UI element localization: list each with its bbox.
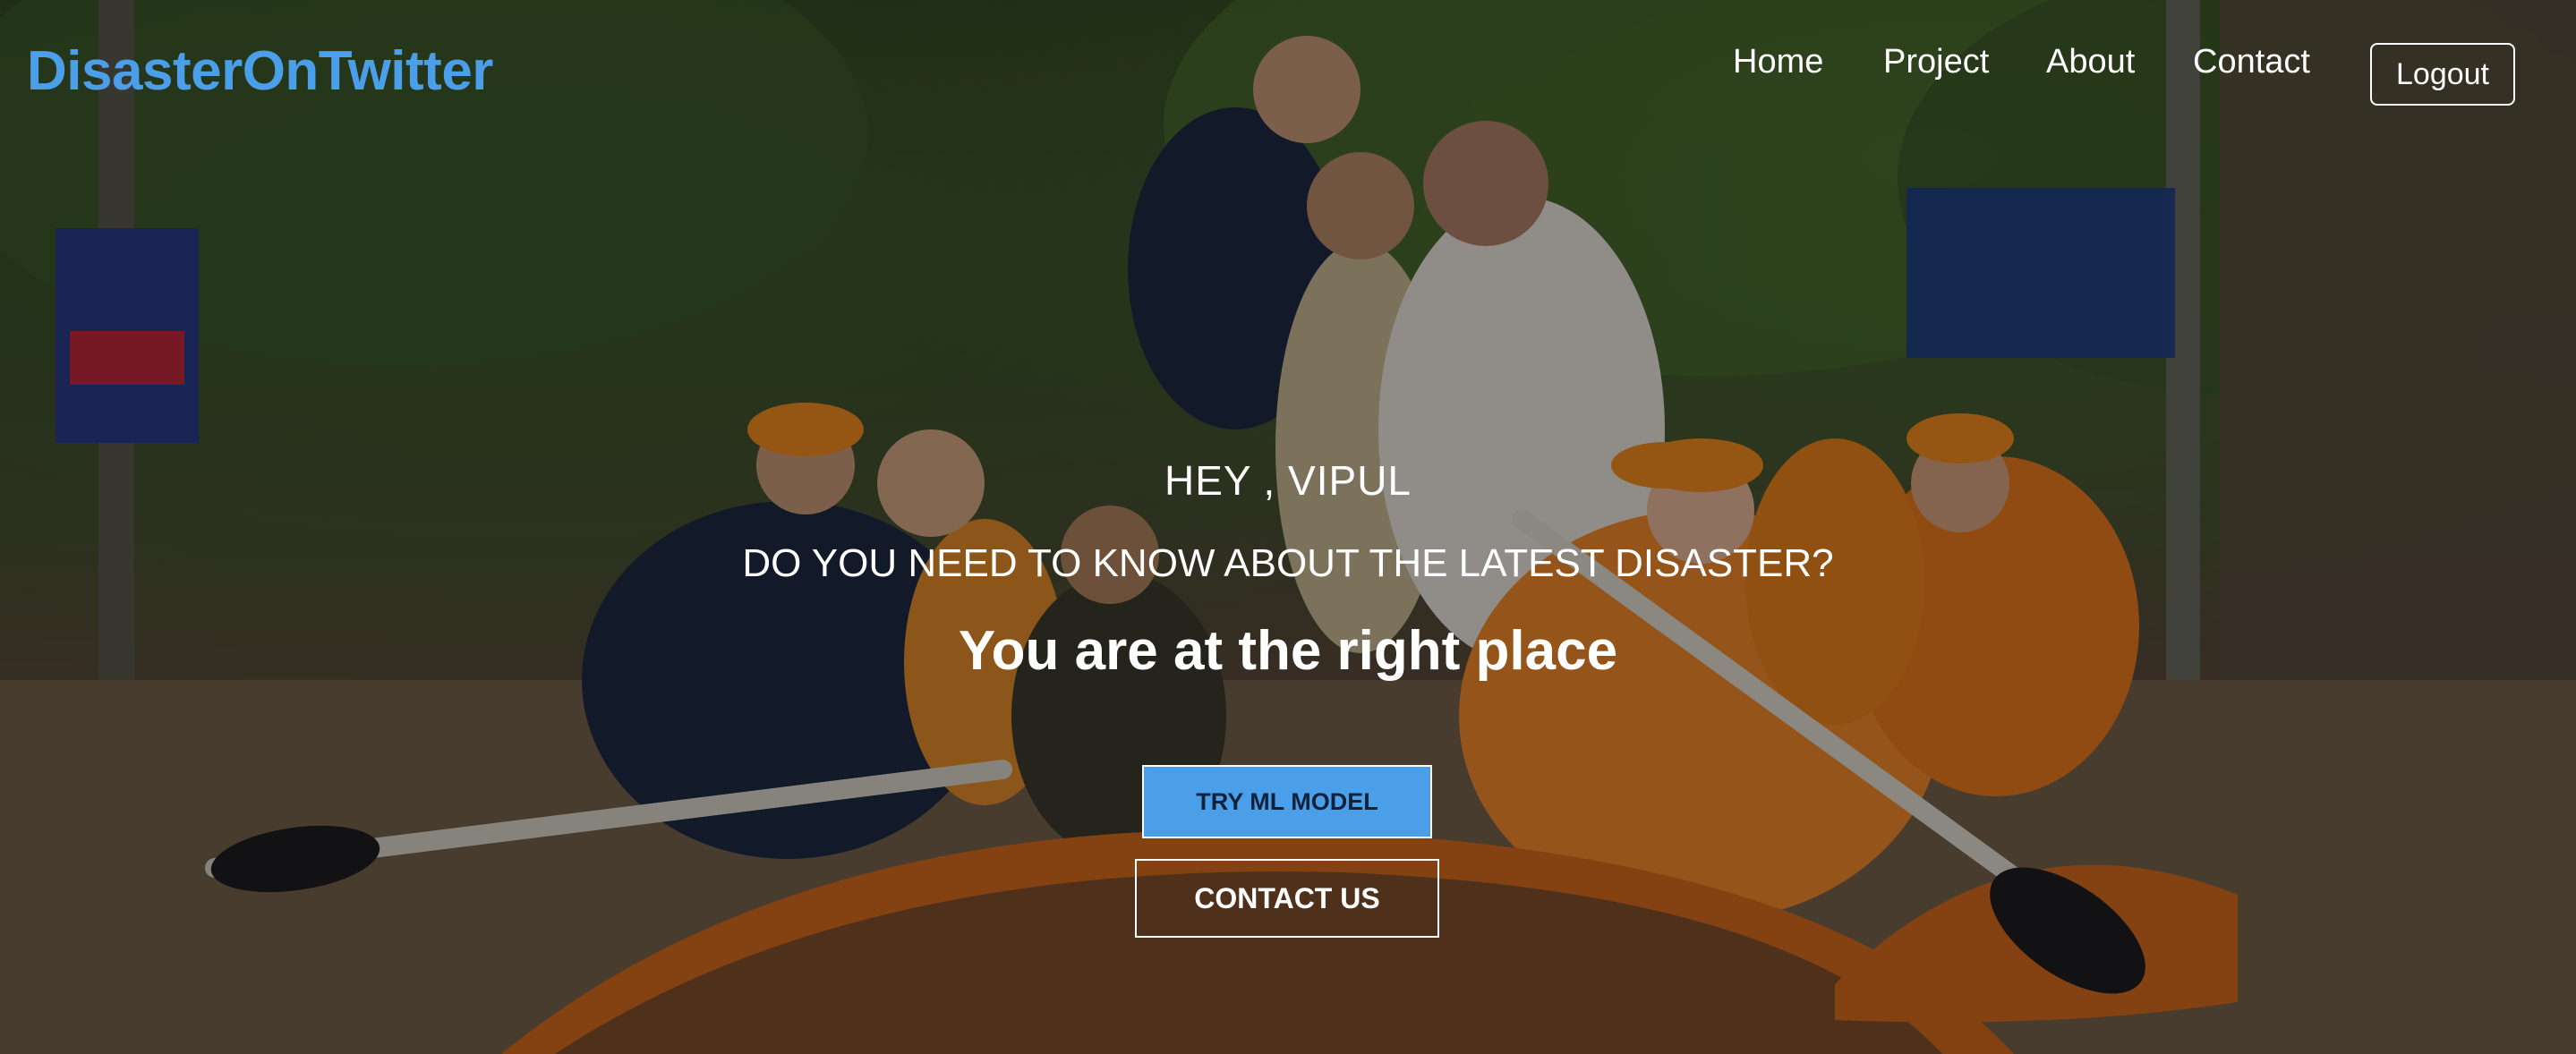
- logout-button[interactable]: Logout: [2370, 43, 2515, 106]
- try-ml-model-button[interactable]: TRY ML MODEL: [1142, 765, 1432, 838]
- nav-link-about[interactable]: About: [2046, 43, 2135, 81]
- brand-logo[interactable]: DisasterOnTwitter: [27, 39, 493, 103]
- nav-link-home[interactable]: Home: [1733, 43, 1823, 81]
- contact-us-button[interactable]: CONTACT US: [1135, 859, 1439, 938]
- hero-section: DisasterOnTwitter Home Project About Con…: [0, 0, 2576, 1054]
- hero-tagline: You are at the right place: [958, 620, 1618, 682]
- nav-link-project[interactable]: Project: [1883, 43, 1989, 81]
- hero-question: DO YOU NEED TO KNOW ABOUT THE LATEST DIS…: [742, 541, 1834, 585]
- user-greeting: HEY , VIPUL: [1164, 457, 1412, 504]
- nav-link-contact[interactable]: Contact: [2193, 43, 2310, 81]
